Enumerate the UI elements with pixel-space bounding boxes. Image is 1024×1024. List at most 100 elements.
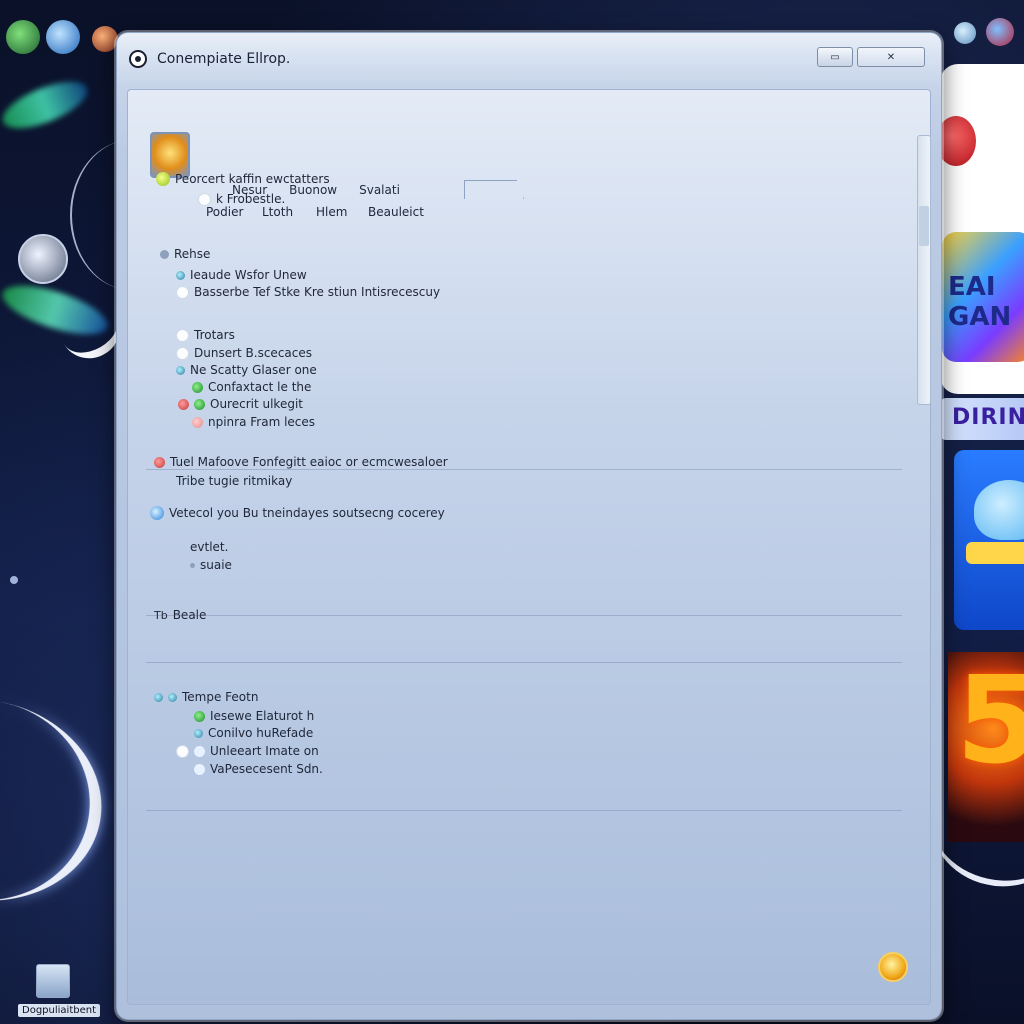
- tag-icon: [154, 456, 165, 468]
- section-heading[interactable]: Tb Beale: [154, 608, 206, 622]
- browser-desktop-icon[interactable]: [46, 20, 80, 54]
- section-heading[interactable]: Tuel Mafoove Fonfegitt eaioc or ecmcwesa…: [154, 455, 448, 469]
- list-item-label: npinra Fram leces: [208, 415, 316, 429]
- green-swirl-decoration: [0, 72, 94, 138]
- star-icon: [156, 172, 170, 186]
- lightbulb-icon[interactable]: [878, 952, 908, 982]
- close-button[interactable]: ✕: [857, 47, 925, 67]
- list-item[interactable]: Confaxtact le the: [192, 380, 311, 394]
- app-icon: [129, 50, 147, 68]
- list-item[interactable]: Unleeart Imate on: [176, 744, 319, 758]
- list-item[interactable]: evtlet.: [190, 540, 228, 554]
- list-item[interactable]: Ieaude Wsfor Unew: [176, 268, 307, 282]
- list-item-label: Ne Scatty Glaser one: [190, 363, 317, 377]
- list-item-label: suaie: [200, 558, 232, 572]
- section-heading-label: Peorcert kaffin ewctatters: [175, 172, 330, 186]
- gear-icon: [154, 692, 163, 702]
- cloud-icon: [194, 763, 205, 775]
- toolbar-item[interactable]: Ltoth: [262, 205, 293, 219]
- bullet-icon: [198, 192, 211, 206]
- globe-icon: [176, 270, 185, 280]
- toolbar-item[interactable]: Beauleict: [368, 205, 424, 219]
- bullet-icon: [176, 744, 189, 758]
- bullet-icon: [176, 285, 189, 299]
- app-desktop-icon[interactable]: [986, 18, 1014, 46]
- globe-icon: [194, 710, 205, 722]
- game-strip-label: DIRIN: [952, 405, 1024, 430]
- scrollbar[interactable]: [917, 135, 931, 405]
- section-heading[interactable]: Trotars: [176, 328, 235, 342]
- text-icon: Tb: [154, 608, 168, 622]
- flower-icon: [192, 416, 203, 428]
- big-number: 5: [956, 652, 1024, 791]
- list-item[interactable]: k Frobestle.: [198, 192, 285, 206]
- globe-desktop-icon[interactable]: [6, 20, 40, 54]
- list-item[interactable]: VaPesecesent Sdn.: [194, 762, 323, 776]
- divider: [146, 662, 902, 663]
- app-desktop-icon[interactable]: [954, 22, 976, 44]
- divider: [146, 810, 902, 811]
- section-heading-label: Tuel Mafoove Fonfegitt eaioc or ecmcwesa…: [170, 455, 448, 469]
- disc-desktop-icon[interactable]: [18, 234, 68, 284]
- scrollbar-thumb[interactable]: [919, 206, 929, 246]
- list-item-label: evtlet.: [190, 540, 229, 554]
- dolphin-game-panel[interactable]: [954, 450, 1024, 630]
- list-item-label: Conilvo huRefade: [208, 726, 314, 740]
- folder-icon: [160, 249, 169, 259]
- minimize-button[interactable]: ▭: [817, 47, 853, 67]
- menu-item[interactable]: Svalati: [359, 183, 400, 197]
- list-item-label: Ieaude Wsfor Unew: [190, 268, 307, 282]
- game-strip[interactable]: DIRIN: [940, 398, 1024, 440]
- section-heading[interactable]: Rehse: [160, 247, 210, 261]
- divider: [146, 469, 902, 470]
- section-heading[interactable]: Tempe Feotn: [154, 690, 258, 704]
- list-item-label: Unleeart Imate on: [210, 744, 319, 758]
- game-logo-text: EAI GAN: [948, 272, 1012, 332]
- taskbar-app-icon[interactable]: [36, 964, 70, 998]
- light-arc-decoration: [0, 680, 118, 920]
- list-item[interactable]: Conilvo huRefade: [194, 726, 313, 740]
- list-item-label: Dunsert B.scecaces: [194, 346, 313, 360]
- list-item[interactable]: suaie: [190, 558, 232, 572]
- section-heading-label: Tempe Feotn: [182, 690, 259, 704]
- dot-icon: [10, 576, 18, 584]
- list-item[interactable]: Ourecrit ulkegit: [178, 397, 303, 411]
- toolbar-item[interactable]: Hlem: [316, 205, 347, 219]
- list-item[interactable]: Ne Scatty Glaser one: [176, 363, 317, 377]
- list-item[interactable]: Tribe tugie ritmikay: [176, 474, 292, 488]
- divider: [146, 615, 902, 616]
- bullet-icon: [194, 745, 205, 757]
- section-heading[interactable]: Vetecol you Bu tneindayes soutsecng coce…: [150, 506, 445, 520]
- list-item[interactable]: Basserbe Tef Stke Kre stiun Intisrecescu…: [176, 285, 440, 299]
- section-heading-label: Beale: [172, 608, 207, 622]
- dolphin-icon: [974, 480, 1024, 540]
- check-icon: [194, 398, 205, 410]
- list-item-label: Tribe tugie ritmikay: [176, 474, 293, 488]
- menu-tab-decoration: [464, 180, 524, 199]
- alert-icon: [178, 398, 189, 410]
- globe-icon: [168, 692, 177, 702]
- list-item-label: Confaxtact le the: [208, 380, 312, 394]
- gear-icon: [176, 365, 185, 375]
- banner: [966, 542, 1024, 564]
- game-panel[interactable]: EAI GAN: [940, 64, 1024, 394]
- toolbar-item[interactable]: Podier: [206, 205, 243, 219]
- list-item[interactable]: Dunsert B.scecaces: [176, 346, 312, 360]
- bullet-icon: [176, 346, 189, 360]
- chat-icon: [150, 506, 164, 520]
- section-heading-label: Rehse: [174, 247, 211, 261]
- bullet-icon: [176, 328, 189, 342]
- list-item[interactable]: Iesewe Elaturot h: [194, 709, 314, 723]
- list-item[interactable]: npinra Fram leces: [192, 415, 315, 429]
- taskbar-label: Dogpuliaitbent: [18, 1004, 100, 1017]
- app-desktop-icon[interactable]: [92, 26, 118, 52]
- check-icon: [192, 381, 203, 393]
- dot-icon: [190, 562, 195, 568]
- title-bar[interactable]: Conempiate Ellrop. ▭ ✕: [117, 33, 941, 85]
- fire-game-panel[interactable]: 5: [948, 652, 1024, 842]
- list-item-label: Iesewe Elaturot h: [210, 709, 315, 723]
- section-heading[interactable]: Peorcert kaffin ewctatters: [156, 172, 330, 186]
- game-logo: EAI GAN: [942, 232, 1024, 362]
- window-controls: ▭ ✕: [817, 47, 925, 67]
- list-item-label: k Frobestle.: [216, 192, 286, 206]
